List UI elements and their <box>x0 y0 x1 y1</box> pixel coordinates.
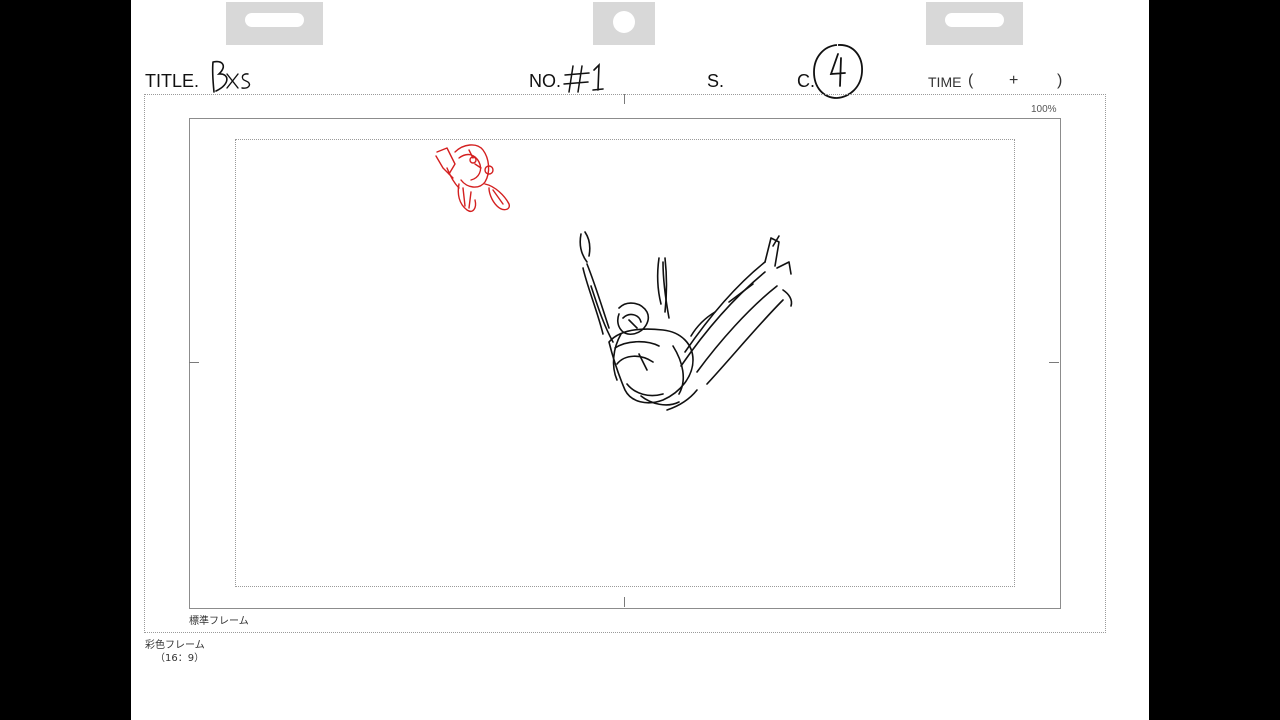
center-tick-right <box>1049 362 1059 363</box>
scene-label: S. <box>707 71 725 91</box>
time-plus: + <box>1009 72 1019 89</box>
handwritten-cut-number <box>813 44 863 99</box>
time-open-paren: ( <box>968 72 974 89</box>
handwritten-number <box>563 62 604 93</box>
storyboard-sheet[interactable]: TITLE. NO. S. C. TIME ( + ) 100% 標準フレーム … <box>131 0 1149 720</box>
red-sketch-figure[interactable] <box>429 138 524 218</box>
title-label: TITLE. <box>145 71 200 91</box>
standard-frame-label: 標準フレーム <box>189 616 249 627</box>
center-tick-bottom <box>624 597 625 607</box>
peg-hole-right <box>926 2 1023 45</box>
zoom-level: 100% <box>1031 104 1057 115</box>
black-sketch-figure[interactable] <box>569 224 809 420</box>
time-label: TIME <box>928 74 962 90</box>
center-tick-left <box>189 362 199 363</box>
center-tick-top <box>624 94 625 104</box>
peg-hole-center <box>593 2 655 45</box>
number-label: NO. <box>529 71 562 91</box>
color-frame-ratio: （16：9） <box>155 653 205 664</box>
handwritten-title <box>211 60 251 93</box>
peg-hole-left <box>226 2 323 45</box>
time-close-paren: ) <box>1057 72 1063 89</box>
